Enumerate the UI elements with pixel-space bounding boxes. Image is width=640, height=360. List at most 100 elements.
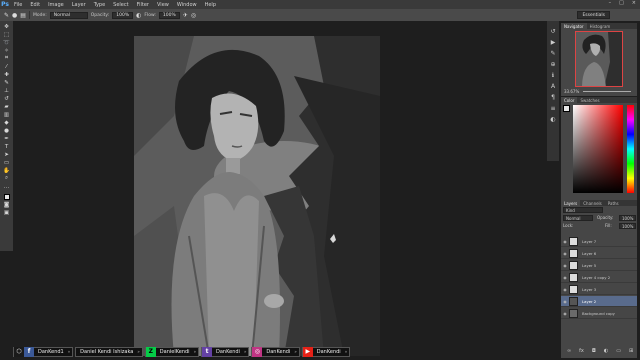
path-select-tool-icon[interactable]: ➤ <box>2 151 12 158</box>
foreground-swatch[interactable] <box>563 105 570 112</box>
visibility-eye-icon[interactable]: ◉ <box>561 287 569 292</box>
character-icon[interactable]: A <box>549 82 557 90</box>
visibility-eye-icon[interactable]: ◉ <box>561 311 569 316</box>
pressure-opacity-icon[interactable]: ◐ <box>136 12 141 19</box>
menu-window[interactable]: Window <box>173 2 201 8</box>
navigator-zoom-value[interactable]: 33.67% <box>564 89 579 94</box>
layer-name[interactable]: Layer 6 <box>582 251 596 256</box>
brush-tool-icon[interactable]: ✎ <box>4 12 9 19</box>
link-layers-icon[interactable]: ∞ <box>567 348 571 354</box>
menu-edit[interactable]: Edit <box>26 2 44 8</box>
dodge-tool-icon[interactable]: ● <box>2 127 12 134</box>
blur-tool-icon[interactable]: ◆ <box>2 119 12 126</box>
clone-source-icon[interactable]: ⊕ <box>549 60 557 68</box>
layer-name[interactable]: Layer 4 copy 2 <box>582 275 610 280</box>
crop-tool-icon[interactable]: ⌗ <box>2 55 12 62</box>
navigator-zoom-slider[interactable] <box>583 91 631 92</box>
menu-layer[interactable]: Layer <box>68 2 90 8</box>
shape-tool-icon[interactable]: ▭ <box>2 159 12 166</box>
more-tools-icon[interactable]: … <box>2 183 12 190</box>
layer-row[interactable]: ◉ Layer 3 <box>561 284 637 295</box>
history-icon[interactable]: ↺ <box>549 27 557 35</box>
hand-tool-icon[interactable]: ✋ <box>2 167 12 174</box>
menu-file[interactable]: File <box>10 2 26 8</box>
brush-size-icon[interactable]: ● <box>12 12 17 19</box>
color-picker-field[interactable] <box>573 105 623 193</box>
menu-help[interactable]: Help <box>201 2 220 8</box>
layer-name[interactable]: Layer 3 <box>582 287 596 292</box>
minimize-button[interactable]: – <box>609 0 612 6</box>
quick-select-tool-icon[interactable]: ✧ <box>2 47 12 54</box>
eyedropper-tool-icon[interactable]: ⁄ <box>2 63 12 70</box>
brush-presets-icon[interactable]: ✎ <box>549 49 557 57</box>
foreground-color-swatch[interactable] <box>3 194 10 200</box>
tab-layers[interactable]: Layers <box>561 200 581 206</box>
blend-mode-select[interactable]: Normal <box>563 215 593 221</box>
navigator-thumbnail[interactable] <box>575 31 623 87</box>
pressure-size-icon[interactable]: ◎ <box>191 12 196 19</box>
layer-name[interactable]: Layer 5 <box>582 263 596 268</box>
mode-select[interactable]: Normal <box>49 11 88 19</box>
menu-type[interactable]: Type <box>90 2 109 8</box>
menu-filter[interactable]: Filter <box>133 2 153 8</box>
eraser-tool-icon[interactable]: ▰ <box>2 103 12 110</box>
quick-mask-icon[interactable]: ◙ <box>2 201 12 208</box>
menu-view[interactable]: View <box>153 2 173 8</box>
layer-row[interactable]: ◉ Layer 5 <box>561 260 637 271</box>
close-button[interactable]: × <box>632 0 636 6</box>
tab-channels[interactable]: Channels <box>580 200 605 206</box>
menu-select[interactable]: Select <box>109 2 132 8</box>
workspace-select[interactable]: Essentials <box>577 11 610 19</box>
visibility-eye-icon[interactable]: ◉ <box>561 239 569 244</box>
layer-style-icon[interactable]: fx <box>579 348 584 354</box>
actions-icon[interactable]: ▶ <box>549 38 557 46</box>
new-group-icon[interactable]: ▭ <box>616 348 621 354</box>
fg-bg-swatches[interactable] <box>563 105 573 115</box>
visibility-eye-icon[interactable]: ◉ <box>561 299 569 304</box>
tab-histogram[interactable]: Histogram <box>587 23 614 29</box>
brush-tool-icon[interactable]: ✎ <box>2 79 12 86</box>
layer-row[interactable]: ◉ Layer 4 copy 2 <box>561 272 637 283</box>
layer-row[interactable]: ◉ Layer 6 <box>561 248 637 259</box>
layer-opacity-field[interactable]: 100% <box>619 215 637 221</box>
brush-panel-icon[interactable]: ▤ <box>20 12 26 19</box>
pen-tool-icon[interactable]: ✒ <box>2 135 12 142</box>
properties-icon[interactable]: ≡ <box>549 104 557 112</box>
new-layer-icon[interactable]: ⊞ <box>629 348 633 354</box>
layer-row[interactable]: ◉ Background copy <box>561 308 637 319</box>
zoom-tool-icon[interactable]: ⌕ <box>2 175 12 182</box>
adjustments-icon[interactable]: ◐ <box>549 115 557 123</box>
layer-row-selected[interactable]: ◉ Layer 2 <box>561 296 637 307</box>
layer-row[interactable]: ◉ Layer 7 <box>561 236 637 247</box>
opacity-field[interactable]: 100% <box>112 11 134 19</box>
layer-name[interactable]: Layer 7 <box>582 239 596 244</box>
layer-name[interactable]: Background copy <box>582 311 615 316</box>
add-mask-icon[interactable]: ◘ <box>592 348 596 354</box>
tab-color[interactable]: Color <box>561 97 578 103</box>
lasso-tool-icon[interactable]: ➰ <box>2 39 12 46</box>
document-canvas[interactable] <box>134 36 380 356</box>
paragraph-icon[interactable]: ¶ <box>549 93 557 101</box>
layer-filter-kind[interactable]: Kind <box>563 207 603 213</box>
visibility-eye-icon[interactable]: ◉ <box>561 251 569 256</box>
info-icon[interactable]: ℹ <box>549 71 557 79</box>
stamp-tool-icon[interactable]: ⊥ <box>2 87 12 94</box>
marquee-tool-icon[interactable]: ⬚ <box>2 31 12 38</box>
maximize-button[interactable]: □ <box>619 0 624 6</box>
menu-image[interactable]: Image <box>44 2 68 8</box>
type-tool-icon[interactable]: T <box>2 143 12 150</box>
airbrush-icon[interactable]: ✈ <box>183 12 188 19</box>
history-brush-icon[interactable]: ↺ <box>2 95 12 102</box>
flow-field[interactable]: 100% <box>158 11 180 19</box>
visibility-eye-icon[interactable]: ◉ <box>561 263 569 268</box>
move-tool-icon[interactable]: ✥ <box>2 23 12 30</box>
visibility-eye-icon[interactable]: ◉ <box>561 275 569 280</box>
tab-paths[interactable]: Paths <box>605 200 622 206</box>
hue-slider[interactable] <box>627 105 634 193</box>
tab-navigator[interactable]: Navigator <box>561 23 587 29</box>
gradient-tool-icon[interactable]: ▥ <box>2 111 12 118</box>
screen-mode-icon[interactable]: ▣ <box>2 209 12 216</box>
fill-field[interactable]: 100% <box>619 223 637 229</box>
adjustment-layer-icon[interactable]: ◐ <box>604 348 608 354</box>
layer-name[interactable]: Layer 2 <box>582 299 596 304</box>
